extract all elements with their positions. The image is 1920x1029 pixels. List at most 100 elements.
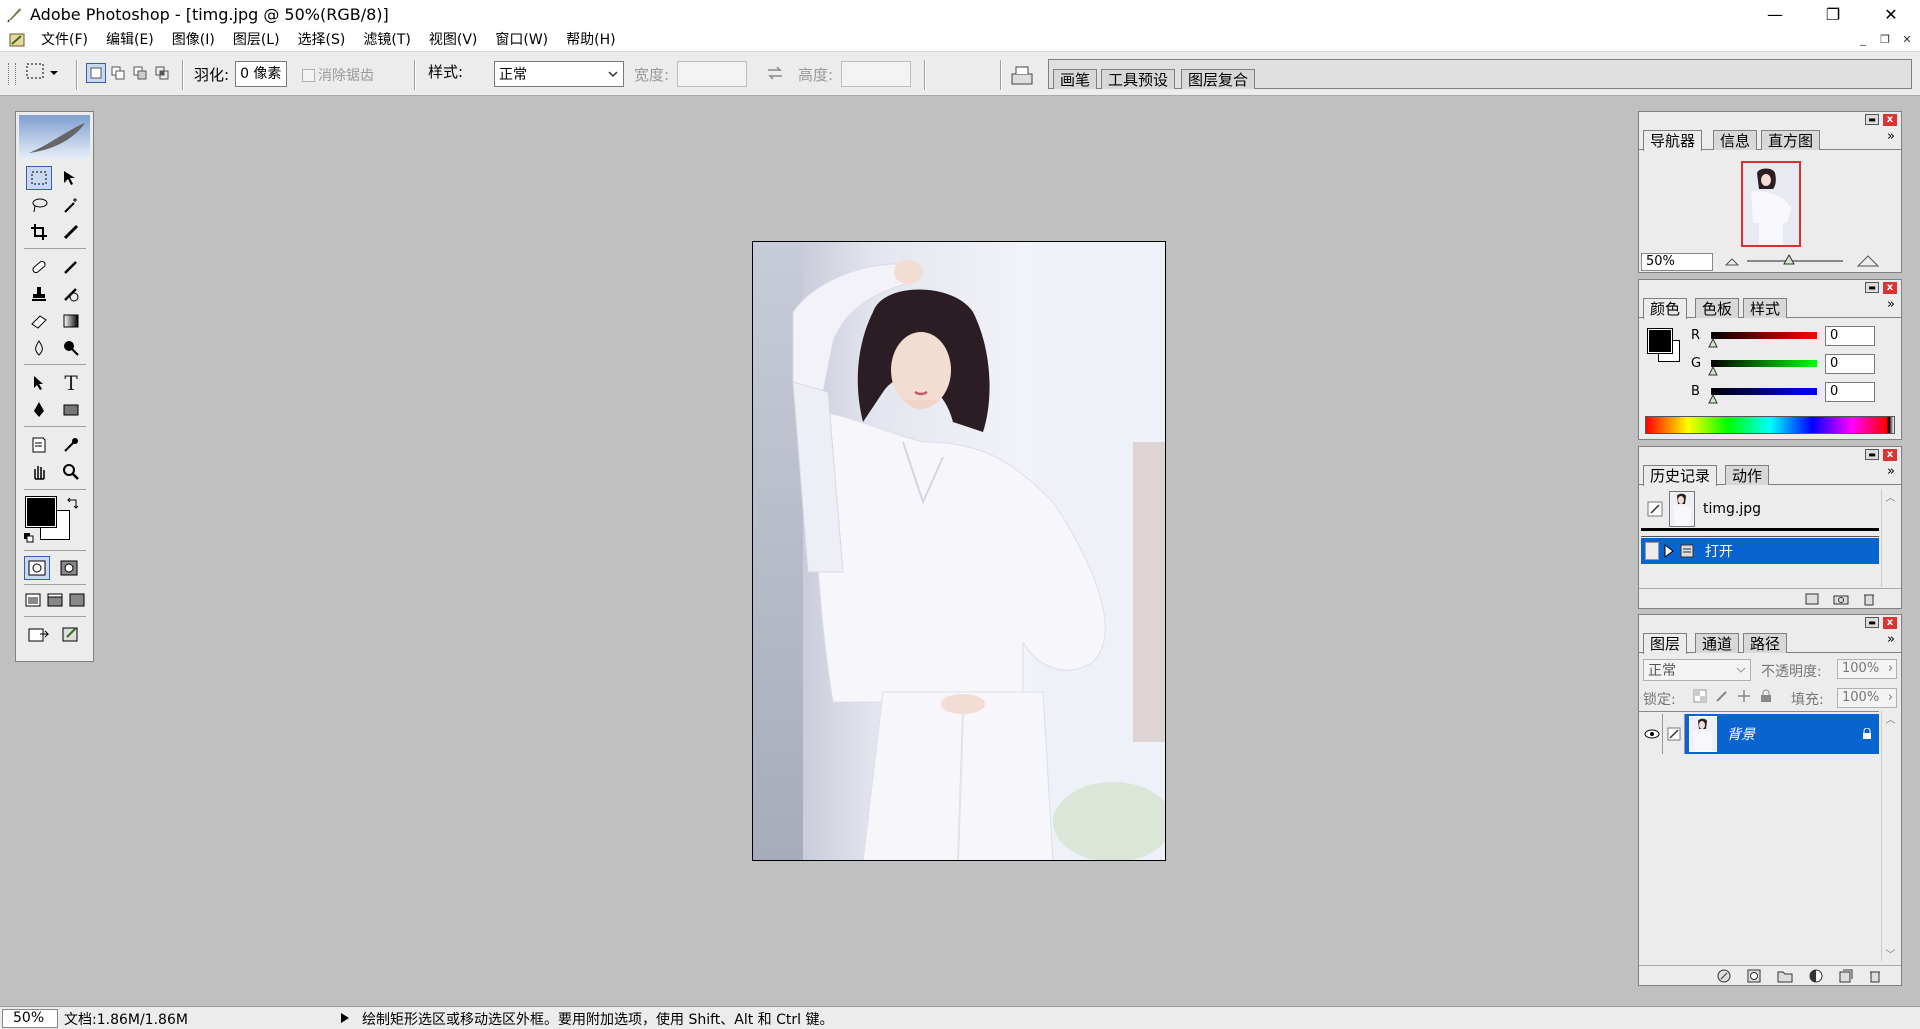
notes-tool[interactable] xyxy=(26,433,52,457)
slider-handle[interactable] xyxy=(1708,366,1718,376)
tab-layers[interactable]: 图层 xyxy=(1643,633,1688,654)
foreground-color-swatch[interactable] xyxy=(25,496,57,528)
trash-icon[interactable] xyxy=(1869,969,1881,983)
tab-styles[interactable]: 样式 xyxy=(1743,298,1788,318)
lasso-tool[interactable] xyxy=(26,193,52,217)
layer-visibility-toggle[interactable] xyxy=(1641,714,1663,754)
tab-actions[interactable]: 动作 xyxy=(1725,465,1770,485)
panel-menu-icon[interactable]: » xyxy=(1887,129,1895,144)
palette-well-icon[interactable] xyxy=(1008,62,1036,86)
blue-slider-track[interactable] xyxy=(1711,388,1817,395)
red-value-input[interactable]: 0 xyxy=(1825,326,1875,346)
blue-value-input[interactable]: 0 xyxy=(1825,382,1875,402)
green-slider-track[interactable] xyxy=(1711,360,1817,367)
menu-image[interactable]: 图像(I) xyxy=(163,29,224,51)
restore-button[interactable]: ❐ xyxy=(1804,0,1862,28)
document-canvas[interactable] xyxy=(752,241,1166,861)
color-foreground-swatch[interactable] xyxy=(1647,328,1673,354)
tab-info[interactable]: 信息 xyxy=(1713,130,1758,150)
layer-name[interactable]: 背景 xyxy=(1727,724,1861,744)
new-selection-button[interactable] xyxy=(86,63,106,83)
intersect-selection-button[interactable] xyxy=(152,63,172,83)
panel-titlebar[interactable]: ▬ x xyxy=(1639,447,1901,463)
rectangle-tool[interactable] xyxy=(58,398,84,422)
panel-minimize-button[interactable]: ▬ xyxy=(1865,282,1879,293)
dodge-tool[interactable] xyxy=(58,336,84,360)
blur-tool[interactable] xyxy=(26,336,52,360)
path-selection-tool[interactable] xyxy=(26,371,52,395)
layer-style-icon[interactable] xyxy=(1717,969,1731,983)
panel-titlebar[interactable]: ▬ x xyxy=(1639,112,1901,128)
menu-window[interactable]: 窗口(W) xyxy=(486,29,557,51)
width-input[interactable] xyxy=(677,61,748,87)
standard-mode-button[interactable] xyxy=(24,556,50,580)
panel-close-button[interactable]: x xyxy=(1883,449,1897,461)
doc-minimize-button[interactable]: _ xyxy=(1854,31,1872,47)
crop-tool[interactable] xyxy=(26,220,52,244)
eyedropper-tool[interactable] xyxy=(58,433,84,457)
lock-position-icon[interactable] xyxy=(1737,689,1751,703)
tab-channels[interactable]: 通道 xyxy=(1695,633,1740,653)
height-input[interactable] xyxy=(841,61,912,87)
swap-arrows-icon[interactable] xyxy=(766,64,784,82)
type-tool[interactable]: T xyxy=(58,371,84,395)
zoom-slider-track[interactable] xyxy=(1747,260,1843,262)
green-value-input[interactable]: 0 xyxy=(1825,354,1875,374)
brush-tool[interactable] xyxy=(58,255,84,279)
panel-titlebar[interactable]: ▬ x xyxy=(1639,615,1901,631)
add-selection-button[interactable] xyxy=(108,63,128,83)
zoom-out-icon[interactable] xyxy=(1725,256,1739,268)
quick-mask-button[interactable] xyxy=(56,556,82,580)
subtract-selection-button[interactable] xyxy=(130,63,150,83)
feather-input[interactable]: 0 像素 xyxy=(235,61,288,87)
adjustment-layer-icon[interactable] xyxy=(1809,969,1823,983)
tab-history[interactable]: 历史记录 xyxy=(1643,465,1718,486)
tab-color[interactable]: 颜色 xyxy=(1643,298,1688,319)
grip-handle[interactable] xyxy=(8,63,16,85)
clone-stamp-tool[interactable] xyxy=(26,282,52,306)
magic-wand-tool[interactable] xyxy=(58,193,84,217)
layers-scrollbar[interactable]: ︿ ﹀ xyxy=(1881,711,1899,961)
tab-paths[interactable]: 路径 xyxy=(1743,633,1788,653)
panel-menu-icon[interactable]: » xyxy=(1887,464,1895,479)
toolbox-header[interactable] xyxy=(19,115,90,159)
close-button[interactable]: ✕ xyxy=(1862,0,1920,28)
doc-close-button[interactable]: ✕ xyxy=(1898,31,1916,47)
lock-all-icon[interactable] xyxy=(1759,689,1773,703)
edit-imageready-button[interactable] xyxy=(58,622,84,646)
tab-swatches[interactable]: 色板 xyxy=(1695,298,1740,318)
navigator-thumbnail[interactable] xyxy=(1741,161,1801,247)
menu-file[interactable]: 文件(F) xyxy=(32,29,97,51)
history-brush-source-icon[interactable] xyxy=(1647,501,1663,517)
pen-tool[interactable] xyxy=(26,398,52,422)
panel-close-button[interactable]: x xyxy=(1883,282,1897,294)
well-tab-tool-presets[interactable]: 工具预设 xyxy=(1101,69,1176,89)
layer-group-folder-icon[interactable] xyxy=(1777,969,1793,983)
fill-input[interactable]: 100% › xyxy=(1837,688,1897,708)
panel-minimize-button[interactable]: ▬ xyxy=(1865,617,1879,628)
screen-mode-full[interactable] xyxy=(64,588,90,612)
layer-link-toggle[interactable] xyxy=(1663,714,1685,754)
slider-handle[interactable] xyxy=(1708,338,1718,348)
zoom-in-icon[interactable] xyxy=(1857,254,1879,268)
rect-marquee-tool[interactable] xyxy=(26,166,52,190)
slice-tool[interactable] xyxy=(58,220,84,244)
history-snapshot-row[interactable]: timg.jpg xyxy=(1641,489,1879,531)
history-state-checkbox[interactable] xyxy=(1645,542,1659,560)
menu-filter[interactable]: 滤镜(T) xyxy=(354,29,419,51)
minimize-button[interactable]: — xyxy=(1746,0,1804,28)
menu-edit[interactable]: 编辑(E) xyxy=(97,29,163,51)
lock-transparency-icon[interactable] xyxy=(1693,689,1707,703)
history-brush-tool[interactable] xyxy=(58,282,84,306)
opacity-input[interactable]: 100% › xyxy=(1837,659,1897,679)
color-spectrum-bar[interactable] xyxy=(1645,416,1895,434)
zoom-tool[interactable] xyxy=(58,460,84,484)
menu-select[interactable]: 选择(S) xyxy=(289,29,355,51)
camera-snapshot-icon[interactable] xyxy=(1833,593,1849,605)
zoom-slider-handle[interactable] xyxy=(1783,254,1795,266)
menu-layer[interactable]: 图层(L) xyxy=(224,29,289,51)
lock-image-icon[interactable] xyxy=(1715,689,1729,703)
eraser-tool[interactable] xyxy=(26,309,52,333)
jump-to-imageready-button[interactable] xyxy=(26,622,52,646)
panel-titlebar[interactable]: ▬ x xyxy=(1639,280,1901,296)
